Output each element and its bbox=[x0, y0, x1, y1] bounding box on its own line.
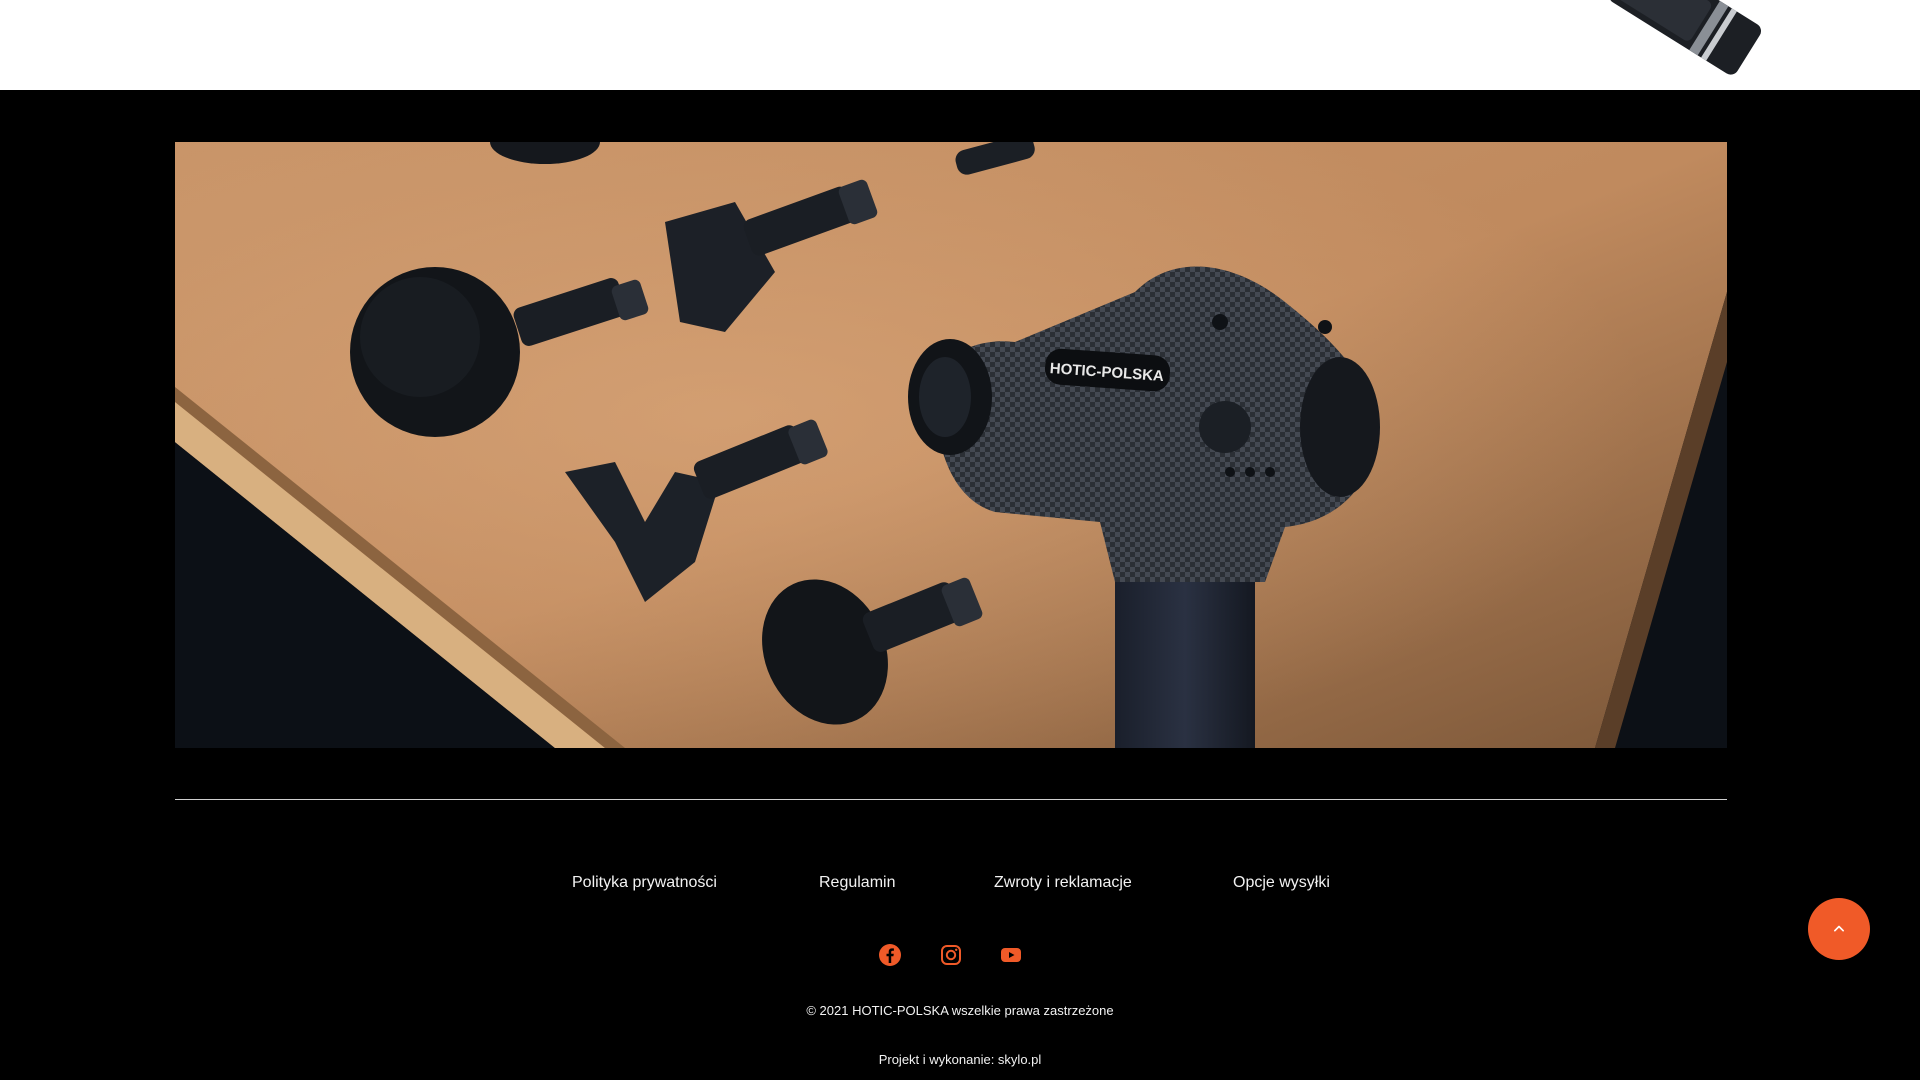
link-terms[interactable]: Regulamin bbox=[819, 874, 895, 892]
social-icons bbox=[0, 943, 1920, 973]
top-section bbox=[0, 0, 1920, 90]
chevron-up-icon bbox=[1834, 925, 1844, 932]
youtube-icon[interactable] bbox=[999, 943, 1023, 967]
product-image-partial bbox=[1609, 0, 1762, 75]
footer-divider bbox=[175, 799, 1727, 800]
copyright-text: © 2021 HOTIC-POLSKA wszelkie prawa zastr… bbox=[806, 1003, 1114, 1018]
instagram-icon[interactable] bbox=[939, 943, 963, 967]
facebook-icon[interactable] bbox=[878, 943, 902, 967]
footer: HOTIC-POLSKA Polityka prywatności Regula… bbox=[0, 90, 1920, 1080]
credits-text: Projekt i wykonanie: skylo.pl bbox=[878, 1052, 1042, 1067]
link-shipping-options[interactable]: Opcje wysyłki bbox=[1233, 874, 1330, 892]
scroll-to-top-button[interactable] bbox=[1808, 898, 1870, 960]
link-returns[interactable]: Zwroty i reklamacje bbox=[994, 874, 1132, 892]
banner-image: HOTIC-POLSKA bbox=[175, 142, 1727, 748]
link-privacy-policy[interactable]: Polityka prywatności bbox=[572, 874, 717, 892]
